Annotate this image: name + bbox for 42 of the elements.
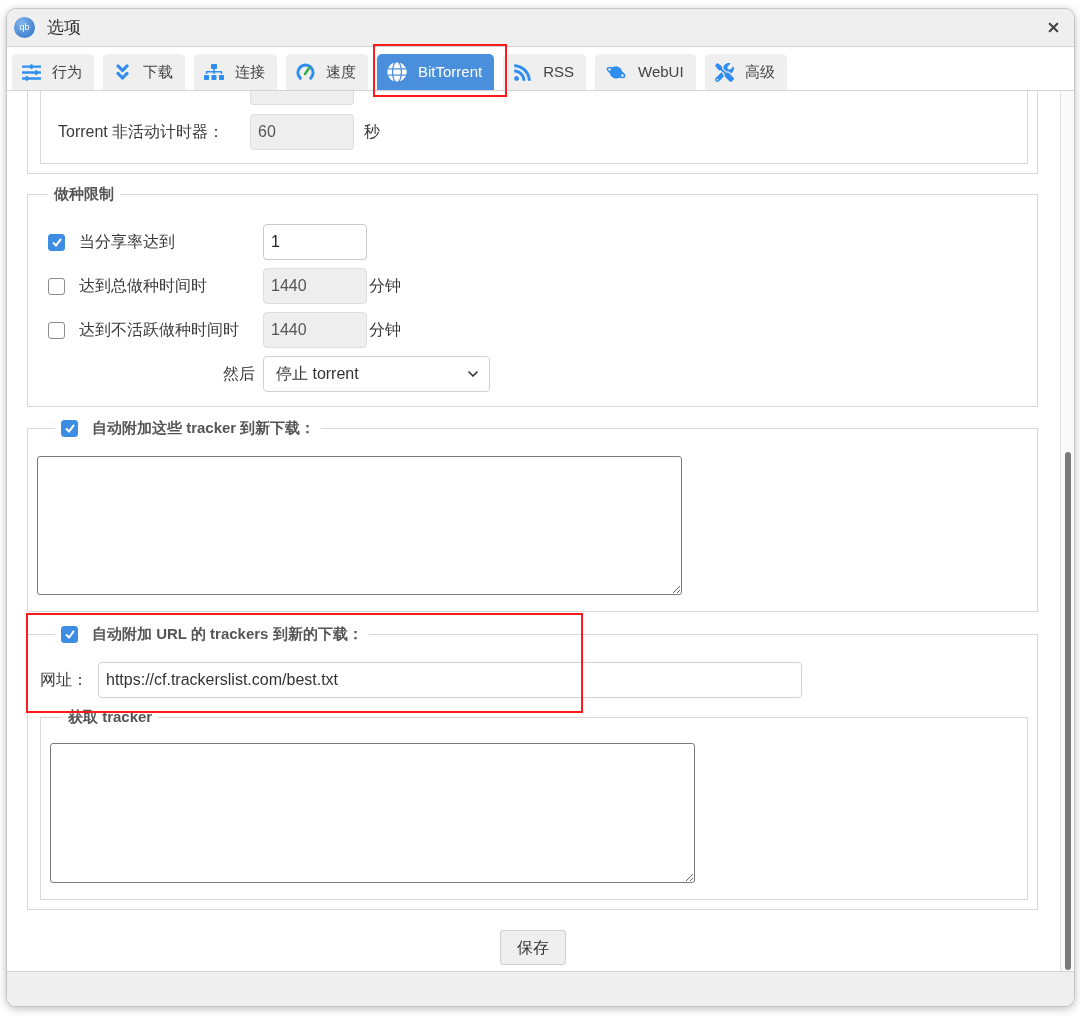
dropdown[interactable]: 停止 torrent — [263, 356, 490, 392]
tab[interactable]: 下载 — [103, 54, 185, 90]
checkbox-label: 当分享率达到 — [79, 232, 175, 252]
checkbox[interactable] — [61, 419, 78, 437]
window-title: 选项 — [47, 16, 81, 39]
tab[interactable]: 行为 — [12, 54, 94, 90]
double-chevron-down-icon — [113, 62, 132, 82]
field-label: 然后 — [223, 364, 255, 384]
field-label: 网址： — [40, 670, 89, 690]
tab[interactable]: 连接 — [194, 54, 277, 90]
checkmark-icon — [63, 628, 76, 640]
tab[interactable]: 高级 — [704, 54, 787, 90]
globe-icon — [387, 62, 407, 82]
tools-icon — [714, 62, 734, 82]
checkbox-label: 达到总做种时间时 — [79, 276, 207, 296]
input-field[interactable] — [250, 91, 354, 105]
network-icon — [204, 63, 224, 81]
app-logo: qb — [14, 17, 35, 38]
checkmark-icon — [63, 422, 76, 434]
checkbox[interactable] — [61, 625, 78, 643]
unit-label: 分钟 — [369, 276, 401, 296]
group-title: 自动附加 URL 的 trackers 到新的下载： — [92, 623, 363, 644]
unit-label: 秒 — [364, 121, 380, 142]
gauge-icon — [296, 62, 315, 82]
checkbox-label: 达到不活跃做种时间时 — [79, 320, 239, 340]
tracker-list-field[interactable] — [37, 456, 682, 595]
scrollbar-thumb[interactable] — [1064, 452, 1071, 970]
sliders-icon — [22, 62, 41, 82]
tab[interactable]: WebUI — [595, 54, 696, 90]
input-field[interactable]: 1 — [263, 224, 367, 260]
field-label: Torrent 非活动计时器： — [58, 121, 226, 142]
group-title: 做种限制 — [54, 183, 114, 204]
tab[interactable]: 速度 — [286, 54, 368, 90]
save-button[interactable]: 保存 — [499, 930, 566, 965]
group-title: 自动附加这些 tracker 到新下载： — [92, 417, 316, 438]
checkmark-icon — [50, 236, 63, 248]
unit-label: 分钟 — [369, 320, 401, 340]
fetched-trackers-field[interactable] — [50, 743, 695, 883]
tab[interactable]: RSS — [503, 54, 587, 90]
rss-icon — [513, 62, 533, 82]
url-field[interactable]: https://cf.trackerslist.com/best.txt — [98, 662, 802, 698]
checkbox[interactable] — [48, 233, 65, 251]
